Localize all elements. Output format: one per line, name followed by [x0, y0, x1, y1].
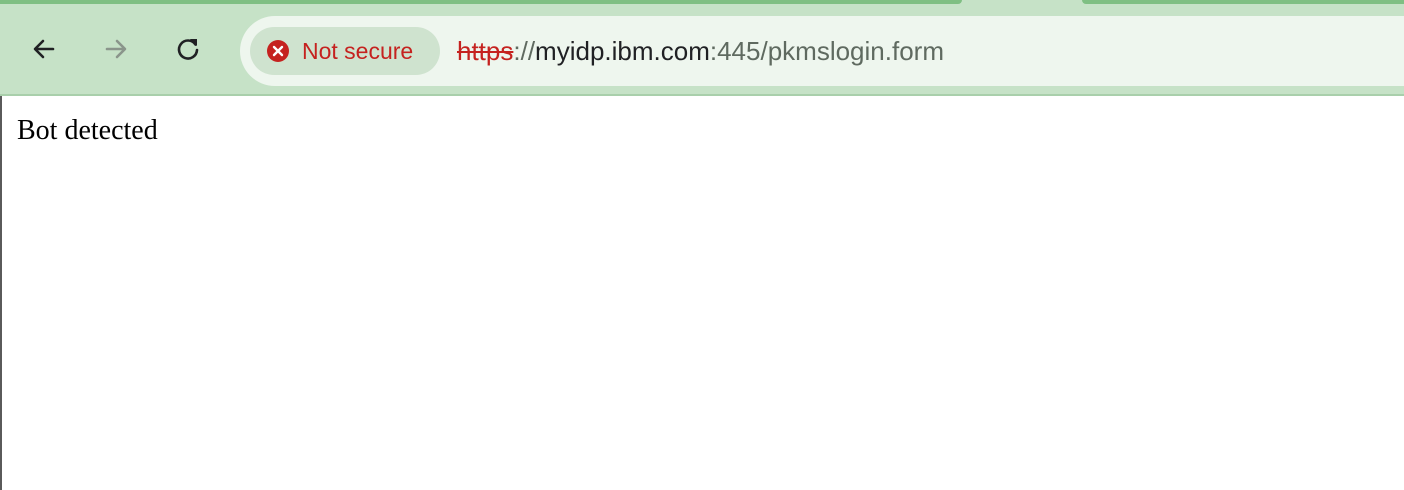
- url-scheme: https: [457, 36, 514, 66]
- url-text[interactable]: https://myidp.ibm.com:445/pkmslogin.form: [457, 36, 944, 66]
- reload-icon: [177, 39, 199, 60]
- browser-toolbar: Not secure https://myidp.ibm.com:445/pkm…: [0, 4, 1404, 96]
- url-separator: ://: [513, 36, 536, 66]
- arrow-left-icon: [33, 39, 55, 59]
- forward-button[interactable]: [94, 27, 138, 71]
- arrow-right-icon: [105, 39, 127, 59]
- security-label: Not secure: [302, 37, 414, 64]
- browser-window: Not secure https://myidp.ibm.com:445/pkm…: [0, 0, 1404, 490]
- back-button[interactable]: [22, 27, 66, 71]
- url-host: myidp.ibm.com: [535, 36, 710, 66]
- error-circle-icon: [266, 39, 290, 63]
- address-bar[interactable]: Not secure https://myidp.ibm.com:445/pkm…: [240, 16, 1404, 86]
- page-content: Bot detected: [0, 96, 1404, 490]
- reload-button[interactable]: [166, 27, 210, 71]
- security-indicator[interactable]: Not secure: [250, 27, 440, 75]
- page-message: Bot detected: [17, 115, 158, 146]
- url-path: :445/pkmslogin.form: [709, 36, 944, 66]
